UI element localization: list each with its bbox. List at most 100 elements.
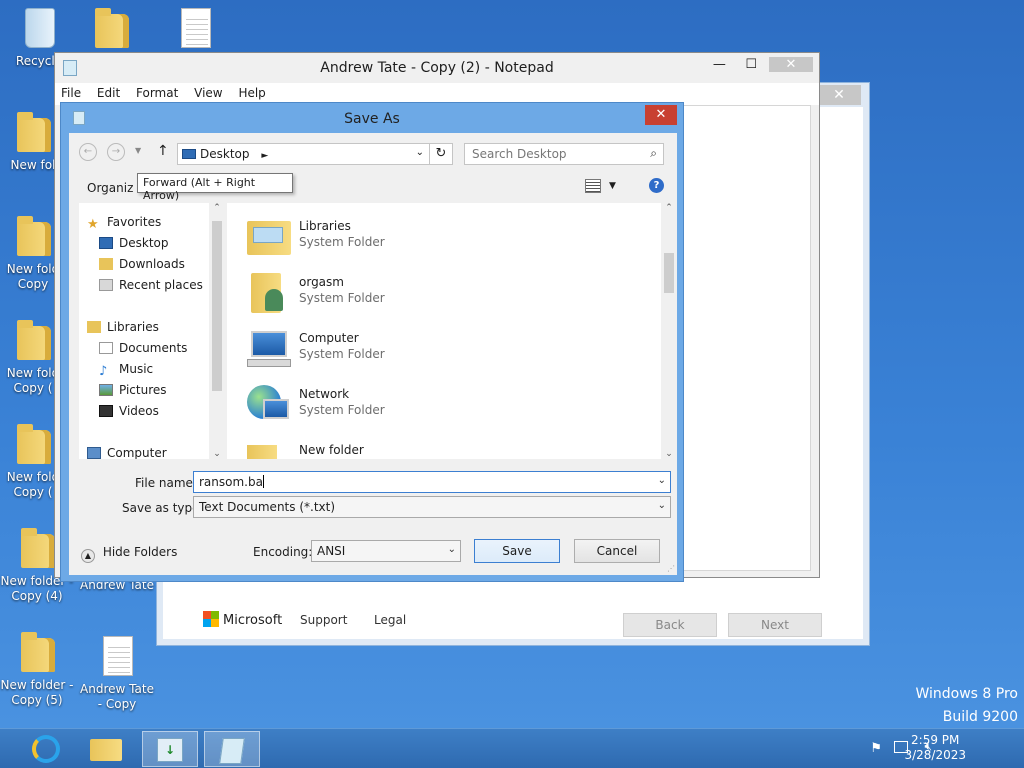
nav-computer[interactable]: Computer bbox=[87, 446, 167, 459]
documents-icon bbox=[99, 342, 113, 354]
desktop-icon-andrew-tate-copy[interactable]: Andrew Tate - Copy bbox=[78, 634, 156, 712]
encoding-dropdown-icon[interactable]: ⌄ bbox=[448, 544, 456, 555]
desktop-icon bbox=[182, 149, 196, 159]
file-item-user-folder[interactable]: orgasm System Folder bbox=[245, 265, 545, 317]
scroll-down-icon[interactable]: ⌄ bbox=[661, 449, 677, 459]
action-center-flag-icon[interactable]: ⚑ bbox=[870, 741, 882, 756]
cancel-button[interactable]: Cancel bbox=[574, 539, 660, 563]
maximize-button[interactable]: ☐ bbox=[737, 57, 765, 72]
nav-libraries[interactable]: Libraries bbox=[87, 320, 159, 338]
save-as-close-button[interactable]: ✕ bbox=[645, 105, 677, 125]
file-list-scrollbar[interactable]: ⌃ ⌄ bbox=[661, 203, 677, 459]
navigation-scrollbar[interactable]: ⌃ ⌄ bbox=[209, 203, 225, 459]
save-button[interactable]: Save bbox=[474, 539, 560, 563]
save-as-titlebar[interactable]: Save As ✕ bbox=[61, 103, 683, 133]
scroll-thumb[interactable] bbox=[212, 221, 222, 391]
organize-button[interactable]: Organiz bbox=[87, 181, 133, 195]
file-explorer-button[interactable] bbox=[78, 731, 134, 767]
nav-recent-places[interactable]: Recent places bbox=[99, 278, 203, 296]
file-name: Computer bbox=[299, 331, 359, 345]
forward-tooltip: Forward (Alt + Right Arrow) bbox=[137, 173, 293, 202]
taskbar: ↓ ⚑ 🔇︎ 2:59 PM 3/28/2023 bbox=[0, 728, 1024, 768]
desktop-icon-new-folder-copy-5[interactable]: New folder - Copy (5) bbox=[0, 630, 76, 708]
nav-downloads[interactable]: Downloads bbox=[99, 257, 185, 275]
close-button[interactable]: ✕ bbox=[769, 57, 813, 72]
encoding-select[interactable]: ANSI ⌄ bbox=[311, 540, 461, 562]
forward-arrow-icon[interactable]: → bbox=[107, 143, 125, 161]
navigation-pane: ★ Favorites Desktop Downloads Recent plac… bbox=[79, 203, 225, 459]
computer-icon bbox=[245, 325, 291, 369]
setup-close-button[interactable]: ✕ bbox=[817, 85, 861, 105]
notepad-taskbar-button[interactable] bbox=[204, 731, 260, 767]
microsoft-logo-icon bbox=[203, 611, 219, 627]
nav-pictures[interactable]: Pictures bbox=[99, 383, 167, 401]
breadcrumb-chevron-icon[interactable]: ► bbox=[261, 151, 268, 161]
folder-icon bbox=[245, 437, 291, 459]
folder-icon bbox=[17, 216, 51, 256]
installer-taskbar-button[interactable]: ↓ bbox=[142, 731, 198, 767]
help-icon[interactable]: ? bbox=[649, 178, 664, 193]
scroll-up-icon[interactable]: ⌃ bbox=[661, 203, 677, 213]
user-folder-icon bbox=[245, 269, 291, 313]
minimize-button[interactable]: — bbox=[705, 57, 733, 72]
desktop-icon bbox=[99, 237, 113, 249]
internet-explorer-button[interactable] bbox=[18, 731, 74, 767]
search-input[interactable]: Search Desktop ⌕ bbox=[464, 143, 664, 165]
menu-format[interactable]: Format bbox=[130, 83, 184, 100]
folder-icon bbox=[21, 632, 55, 672]
address-dropdown-icon[interactable]: ⌄ bbox=[416, 147, 424, 158]
search-icon[interactable]: ⌕ bbox=[650, 146, 657, 161]
recent-locations-chevron-icon[interactable]: ▼ bbox=[135, 146, 141, 155]
nav-desktop[interactable]: Desktop bbox=[99, 236, 169, 254]
file-name-dropdown-icon[interactable]: ⌄ bbox=[658, 475, 666, 486]
nav-videos[interactable]: Videos bbox=[99, 404, 159, 422]
notepad-icon bbox=[219, 738, 245, 764]
save-as-type-select[interactable]: Text Documents (*.txt) ⌄ bbox=[193, 496, 671, 518]
file-list: Libraries System Folder orgasm System Fo… bbox=[227, 203, 677, 459]
network-icon bbox=[245, 381, 291, 425]
menu-view[interactable]: View bbox=[188, 83, 228, 100]
address-bar[interactable]: Desktop ► ⌄ ↻ bbox=[177, 143, 453, 165]
desktop-icon-label: Andrew Tate bbox=[80, 682, 154, 696]
scroll-down-icon[interactable]: ⌄ bbox=[209, 449, 225, 459]
file-item-libraries[interactable]: Libraries System Folder bbox=[245, 209, 545, 261]
nav-music[interactable]: ♪ Music bbox=[99, 362, 153, 380]
refresh-icon[interactable]: ↻ bbox=[429, 143, 453, 165]
file-item-network[interactable]: Network System Folder bbox=[245, 377, 545, 429]
system-clock[interactable]: 2:59 PM 3/28/2023 bbox=[904, 733, 966, 763]
back-arrow-icon[interactable]: ← bbox=[79, 143, 97, 161]
scroll-up-icon[interactable]: ⌃ bbox=[209, 203, 225, 213]
support-link[interactable]: Support bbox=[300, 613, 347, 627]
folder-icon bbox=[21, 528, 55, 568]
next-button[interactable]: Next bbox=[728, 613, 822, 637]
chevron-up-icon: ▲ bbox=[81, 549, 95, 563]
legal-link[interactable]: Legal bbox=[374, 613, 406, 627]
desktop-icon-document[interactable] bbox=[156, 6, 234, 54]
notepad-titlebar[interactable]: Andrew Tate - Copy (2) - Notepad — ☐ ✕ bbox=[55, 53, 819, 83]
file-item-new-folder[interactable]: New folder bbox=[245, 433, 545, 459]
menu-edit[interactable]: Edit bbox=[91, 83, 126, 100]
change-view-icon[interactable] bbox=[585, 179, 601, 193]
save-as-type-dropdown-icon[interactable]: ⌄ bbox=[658, 500, 666, 511]
nav-favorites[interactable]: ★ Favorites bbox=[87, 215, 161, 233]
file-name: Network bbox=[299, 387, 350, 401]
back-button[interactable]: Back bbox=[623, 613, 717, 637]
up-arrow-icon[interactable]: ↑ bbox=[157, 143, 169, 159]
desktop-icon-label: New folder - bbox=[0, 678, 74, 692]
resize-grip[interactable]: ⋰ bbox=[667, 564, 675, 573]
desktop-icon-folder[interactable] bbox=[72, 6, 150, 54]
file-name-input[interactable]: ransom.ba ⌄ bbox=[193, 471, 671, 493]
text-document-icon bbox=[103, 636, 133, 676]
hide-folders-toggle[interactable]: ▲ Hide Folders bbox=[81, 545, 177, 563]
menu-help[interactable]: Help bbox=[232, 83, 271, 100]
nav-documents[interactable]: Documents bbox=[99, 341, 187, 359]
clock-date: 3/28/2023 bbox=[904, 748, 966, 762]
file-type: System Folder bbox=[299, 347, 385, 361]
scroll-thumb[interactable] bbox=[664, 253, 674, 293]
file-item-computer[interactable]: Computer System Folder bbox=[245, 321, 545, 373]
file-name-label: File name: bbox=[135, 476, 197, 490]
recycle-bin-icon bbox=[25, 8, 55, 48]
menu-file[interactable]: File bbox=[55, 83, 87, 100]
file-type: System Folder bbox=[299, 235, 385, 249]
view-dropdown-icon[interactable]: ▼ bbox=[609, 181, 616, 191]
